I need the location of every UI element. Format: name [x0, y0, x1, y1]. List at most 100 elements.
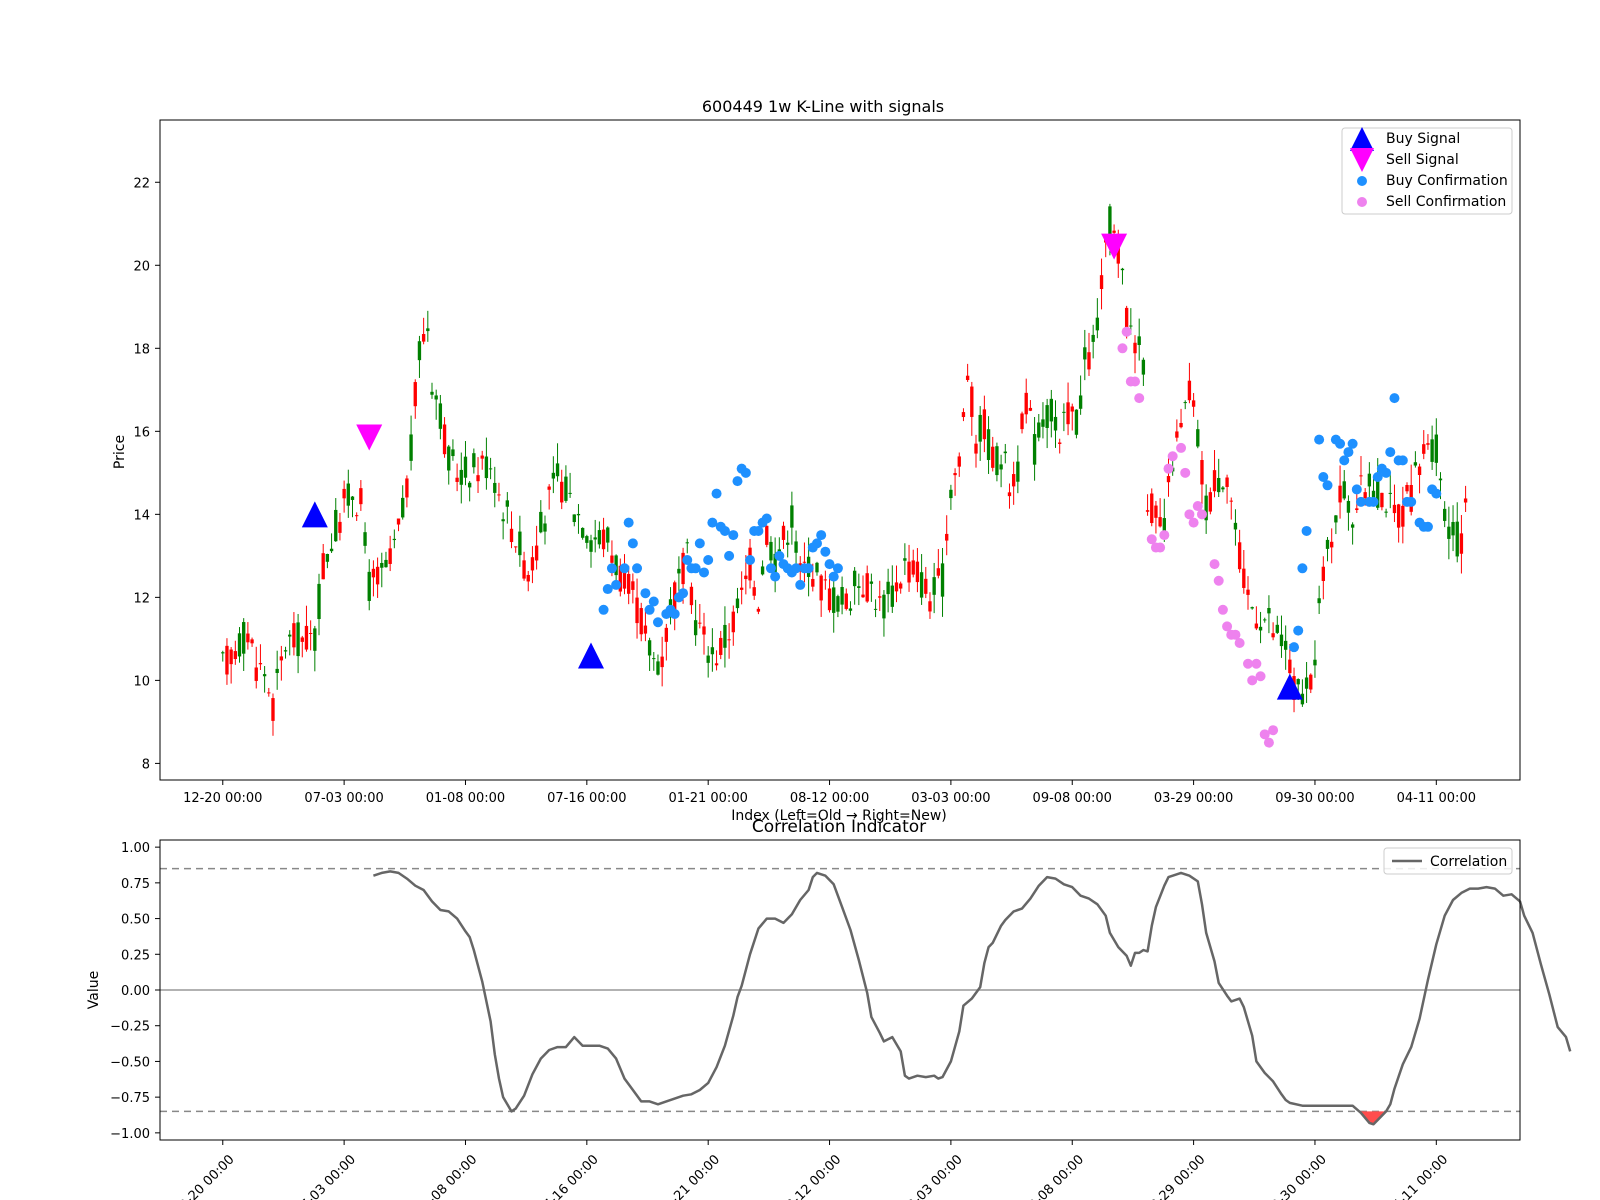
candle-body: [869, 581, 874, 584]
candle-body: [652, 658, 656, 660]
candle-body: [1020, 413, 1024, 430]
marker-point: [623, 517, 634, 528]
candle-body: [1037, 422, 1041, 438]
x-tick-label: 09-08 00:00: [1033, 791, 1112, 806]
x-tick-label: 09-08 00:00: [1020, 1152, 1087, 1200]
candle-body: [597, 530, 602, 545]
x-tick-label: 09-30 00:00: [1275, 791, 1354, 806]
candle-body: [1325, 539, 1330, 549]
candle-body: [1011, 474, 1016, 487]
candle-body: [844, 593, 848, 609]
x-tick-label: 08-12 00:00: [790, 791, 869, 806]
candle-body: [882, 594, 886, 619]
candle-body: [371, 568, 376, 578]
candle-body: [1196, 429, 1200, 447]
candle-body: [1367, 473, 1372, 487]
marker-point: [1301, 525, 1312, 536]
price-chart-title: 600449 1w K-Line with signals: [702, 97, 944, 116]
price-y-axis: 8 10 12 14 16 18 20 22: [133, 176, 160, 772]
candle-body: [551, 472, 556, 479]
marker-point: [1335, 438, 1346, 449]
candle-body: [610, 555, 614, 563]
candle-body: [1150, 493, 1154, 524]
candle-body: [1350, 524, 1355, 528]
candle-body: [656, 661, 660, 675]
candle-body: [405, 478, 409, 498]
candle-body: [580, 527, 585, 538]
candle-body: [359, 488, 363, 505]
candle-body: [509, 528, 514, 543]
candle-body: [296, 622, 300, 657]
candle-body: [1091, 334, 1095, 342]
candle-body: [442, 424, 447, 455]
candle-body: [250, 639, 254, 644]
x-tick-label: 01-21 00:00: [668, 791, 747, 806]
candle-body: [1028, 407, 1033, 411]
candle-body: [342, 488, 346, 499]
candle-body: [279, 656, 284, 661]
candle-body: [585, 536, 589, 543]
correlation-y-axis: 1.00 0.75 0.50 0.25 0.00 −0.25 −0.50 −0.75 −1.00: [110, 841, 160, 1142]
candle-body: [455, 477, 459, 482]
candle-body: [932, 577, 936, 595]
candle-body: [267, 692, 271, 694]
candle-body: [744, 575, 748, 580]
y-tick-label: 10: [133, 674, 150, 689]
candle-body: [1401, 505, 1405, 527]
legend-sell-confirmation-icon: [1357, 197, 1367, 207]
candle-body: [1275, 624, 1279, 633]
candle-body: [1396, 504, 1401, 528]
candle-body: [970, 386, 974, 417]
candle-body: [786, 542, 790, 545]
candle-body: [1187, 380, 1192, 401]
candle-body: [350, 496, 355, 500]
sell-signal-marker: [1101, 233, 1128, 260]
candle-body: [781, 525, 786, 540]
candle-body: [639, 608, 643, 635]
x-tick-label: 01-21 00:00: [656, 1152, 723, 1200]
marker-point: [832, 563, 843, 574]
candle-body: [723, 624, 727, 648]
marker-point: [1159, 530, 1170, 541]
x-tick-label: 08-12 00:00: [778, 1152, 845, 1200]
candle-body: [426, 328, 430, 332]
candle-body: [1271, 633, 1275, 638]
candle-body: [1137, 336, 1141, 346]
sell-signal-markers: [356, 233, 1128, 451]
candle-body: [262, 674, 267, 677]
candle-body: [242, 622, 246, 654]
candle-body: [572, 514, 576, 523]
candle-body: [1309, 674, 1313, 690]
candle-body: [1095, 317, 1100, 331]
x-tick-label: 03-03 00:00: [911, 791, 990, 806]
candles: [221, 203, 1468, 736]
candle-body: [476, 475, 480, 482]
candle-body: [802, 561, 807, 563]
candle-body: [539, 511, 543, 533]
candle-body: [1242, 568, 1246, 588]
candle-body: [593, 537, 597, 540]
correlation-chart-title: Correlation Indicator: [752, 817, 926, 837]
candle-body: [1359, 475, 1363, 477]
legend-buy-confirmation-label: Buy Confirmation: [1386, 173, 1508, 189]
x-tick-label: 07-03 00:00: [304, 791, 383, 806]
marker-point: [669, 608, 680, 619]
candle-body: [698, 622, 702, 624]
candle-body: [329, 548, 334, 552]
x-tick-label: 03-29 00:00: [1142, 1152, 1209, 1200]
candle-body: [514, 546, 518, 548]
candle-body: [530, 557, 535, 571]
marker-point: [1117, 343, 1128, 354]
candle-body: [401, 497, 405, 518]
candle-body: [1083, 347, 1087, 360]
candle-body: [334, 509, 338, 542]
candle-body: [560, 481, 564, 503]
marker-point: [1217, 604, 1228, 615]
candle-body: [760, 566, 765, 575]
candle-body: [752, 587, 756, 596]
marker-point: [598, 604, 609, 615]
candle-body: [1459, 533, 1464, 554]
candle-body: [233, 651, 237, 660]
candle-body: [1212, 470, 1217, 492]
candle-body: [735, 598, 740, 609]
